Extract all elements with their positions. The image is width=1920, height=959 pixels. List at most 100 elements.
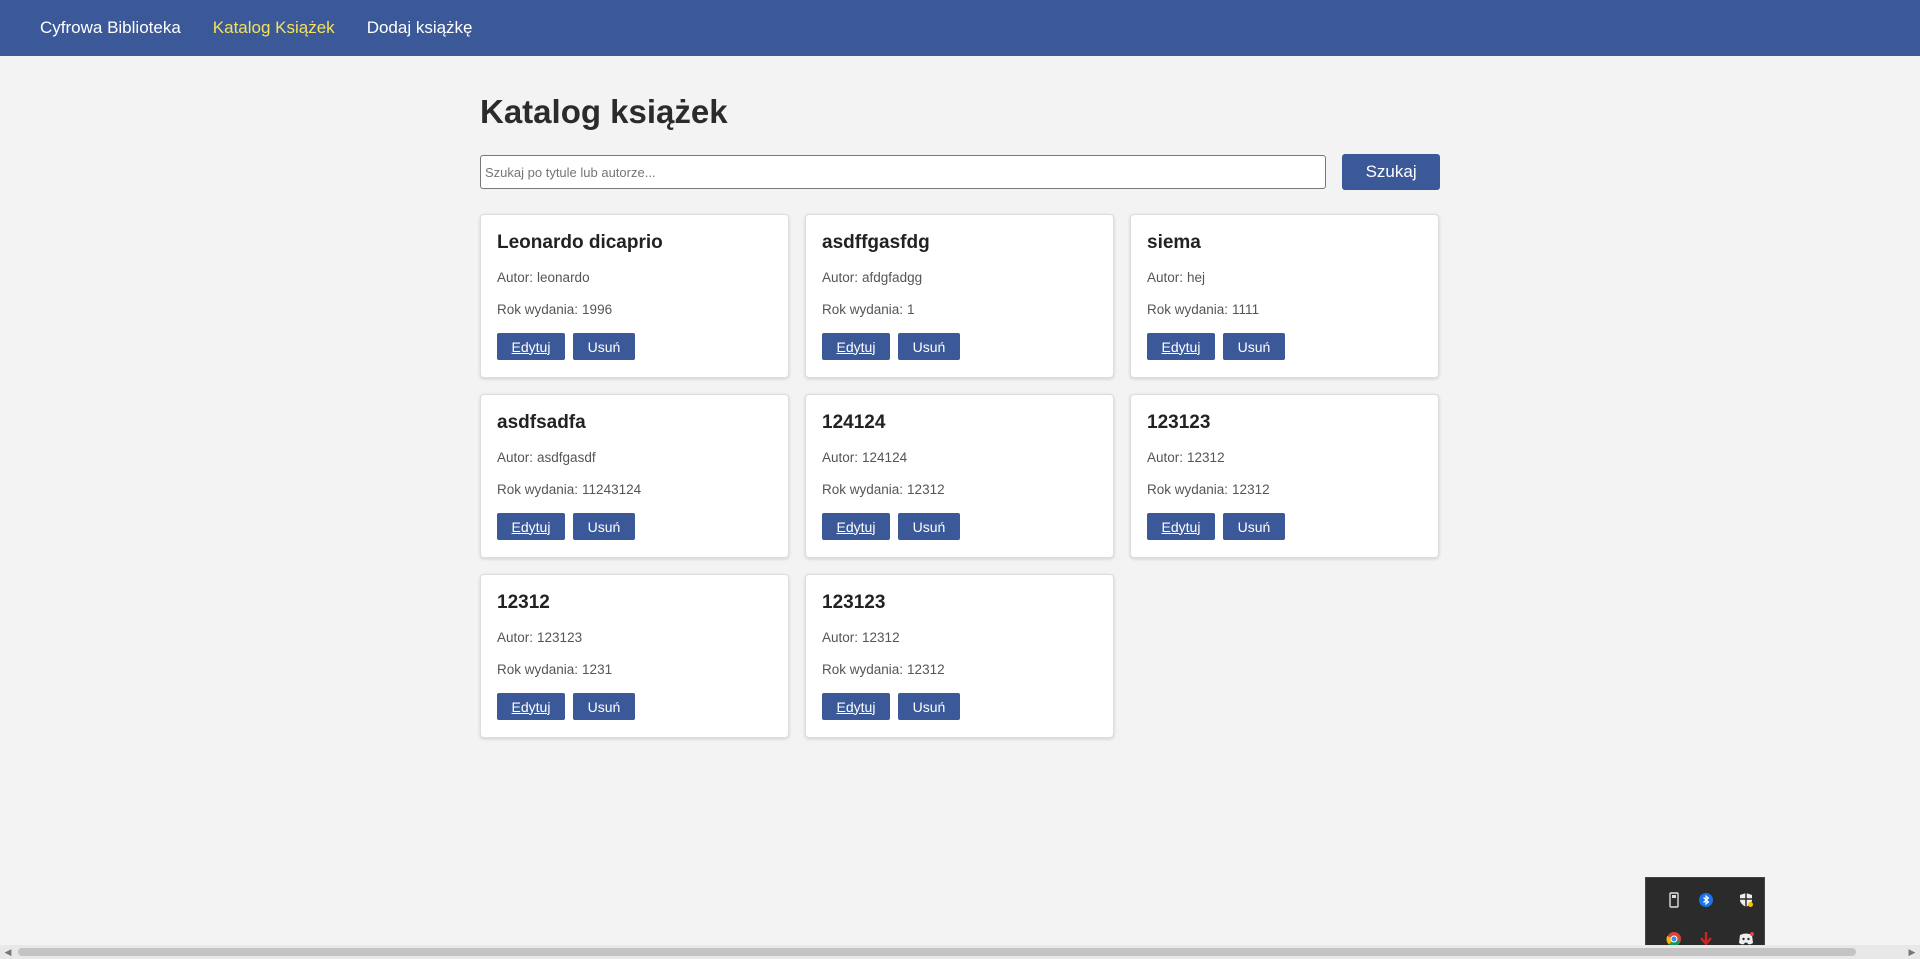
edit-button[interactable]: Edytuj: [497, 693, 565, 720]
edit-button[interactable]: Edytuj: [1147, 513, 1215, 540]
delete-button[interactable]: Usuń: [898, 693, 960, 720]
book-card: asdffgasfdg Autor: afdgfadgg Rok wydania:…: [805, 214, 1114, 378]
delete-button[interactable]: Usuń: [573, 693, 635, 720]
book-year: Rok wydania: 12312: [822, 481, 1097, 499]
book-title: asdffgasfdg: [822, 232, 930, 253]
book-card: 123123 Autor: 12312 Rok wydania: 12312 Edy…: [1130, 394, 1439, 558]
delete-button[interactable]: Usuń: [1223, 333, 1285, 360]
book-title: asdfsadfa: [497, 412, 586, 433]
edit-button[interactable]: Edytuj: [497, 333, 565, 360]
year-value: 12312: [907, 662, 945, 677]
book-author: Autor: hej: [1147, 269, 1422, 287]
book-year: Rok wydania: 1231: [497, 661, 772, 679]
page-title: Katalog książek: [480, 93, 728, 130]
usb-icon[interactable]: [1664, 890, 1684, 910]
year-label: Rok wydania:: [822, 662, 904, 677]
book-title: siema: [1147, 232, 1201, 253]
delete-button[interactable]: Usuń: [898, 333, 960, 360]
nav-add-book-link[interactable]: Dodaj książkę: [367, 18, 473, 38]
scroll-left-arrow-icon[interactable]: ◀: [3, 947, 13, 957]
edit-button[interactable]: Edytuj: [1147, 333, 1215, 360]
book-title: Leonardo dicaprio: [497, 232, 663, 253]
author-value: afdgfadgg: [862, 270, 923, 285]
author-value: leonardo: [537, 270, 590, 285]
card-actions: Edytuj Usuń: [1147, 513, 1422, 540]
card-actions: Edytuj Usuń: [497, 333, 772, 360]
book-card: 123123 Autor: 12312 Rok wydania: 12312 Edy…: [805, 574, 1114, 738]
author-value: asdfgasdf: [537, 450, 596, 465]
year-label: Rok wydania:: [497, 662, 579, 677]
year-value: 12312: [1232, 482, 1270, 497]
year-value: 1996: [582, 302, 613, 317]
main-container: Katalog książek Szukaj Leonardo dicaprio…: [480, 56, 1440, 738]
year-label: Rok wydania:: [822, 482, 904, 497]
book-title: 12312: [497, 592, 550, 613]
scroll-right-arrow-icon[interactable]: ▶: [1907, 947, 1917, 957]
card-actions: Edytuj Usuń: [822, 333, 1097, 360]
book-title: 123123: [1147, 412, 1211, 433]
book-year: Rok wydania: 1: [822, 301, 1097, 319]
book-card: siema Autor: hej Rok wydania: 1111 Edytuj …: [1130, 214, 1439, 378]
author-label: Autor:: [497, 270, 534, 285]
nav-brand-link[interactable]: Cyfrowa Biblioteka: [40, 18, 181, 38]
year-value: 12312: [907, 482, 945, 497]
edit-button[interactable]: Edytuj: [497, 513, 565, 540]
book-card: 124124 Autor: 124124 Rok wydania: 12312 Ed…: [805, 394, 1114, 558]
book-year: Rok wydania: 1996: [497, 301, 772, 319]
book-author: Autor: 12312: [822, 629, 1097, 647]
author-label: Autor:: [1147, 450, 1184, 465]
book-title: 123123: [822, 592, 886, 613]
card-actions: Edytuj Usuń: [497, 513, 772, 540]
book-author: Autor: 12312: [1147, 449, 1422, 467]
author-label: Autor:: [822, 630, 859, 645]
book-card: 12312 Autor: 123123 Rok wydania: 1231 Edyt…: [480, 574, 789, 738]
author-label: Autor:: [1147, 270, 1184, 285]
book-author: Autor: asdfgasdf: [497, 449, 772, 467]
author-value: 124124: [862, 450, 908, 465]
year-label: Rok wydania:: [1147, 482, 1229, 497]
horizontal-scrollbar[interactable]: ◀ ▶: [0, 945, 1920, 959]
book-year: Rok wydania: 11243124: [497, 481, 772, 499]
card-actions: Edytuj Usuń: [822, 693, 1097, 720]
author-label: Autor:: [497, 630, 534, 645]
delete-button[interactable]: Usuń: [1223, 513, 1285, 540]
year-label: Rok wydania:: [822, 302, 904, 317]
book-card: Leonardo dicaprio Autor: leonardo Rok wyd…: [480, 214, 789, 378]
delete-button[interactable]: Usuń: [573, 333, 635, 360]
author-value: 12312: [1187, 450, 1225, 465]
delete-button[interactable]: Usuń: [898, 513, 960, 540]
security-shield-icon[interactable]: [1736, 890, 1756, 910]
card-actions: Edytuj Usuń: [497, 693, 772, 720]
search-input[interactable]: [480, 155, 1327, 189]
book-year: Rok wydania: 12312: [1147, 481, 1422, 499]
year-value: 1: [907, 302, 915, 317]
author-label: Autor:: [822, 450, 859, 465]
book-year: Rok wydania: 12312: [822, 661, 1097, 679]
year-value: 1111: [1232, 302, 1260, 317]
card-actions: Edytuj Usuń: [822, 513, 1097, 540]
delete-button[interactable]: Usuń: [573, 513, 635, 540]
book-author: Autor: leonardo: [497, 269, 772, 287]
author-label: Autor:: [822, 270, 859, 285]
scrollbar-thumb[interactable]: [18, 948, 1856, 956]
edit-button[interactable]: Edytuj: [822, 333, 890, 360]
book-year: Rok wydania: 1111: [1147, 301, 1422, 319]
book-grid: Leonardo dicaprio Autor: leonardo Rok wyd…: [480, 214, 1440, 738]
year-label: Rok wydania:: [497, 302, 579, 317]
book-author: Autor: 124124: [822, 449, 1097, 467]
author-value: 12312: [862, 630, 900, 645]
year-value: 1231: [582, 662, 613, 677]
book-author: Autor: 123123: [497, 629, 772, 647]
card-actions: Edytuj Usuń: [1147, 333, 1422, 360]
year-label: Rok wydania:: [497, 482, 579, 497]
top-navbar: Cyfrowa Biblioteka Katalog Książek Dodaj…: [0, 0, 1920, 56]
author-label: Autor:: [497, 450, 534, 465]
edit-button[interactable]: Edytuj: [822, 693, 890, 720]
search-row: Szukaj: [480, 154, 1440, 190]
year-value: 11243124: [582, 482, 642, 497]
search-button[interactable]: Szukaj: [1342, 154, 1440, 190]
author-value: 123123: [537, 630, 583, 645]
bluetooth-icon[interactable]: [1696, 890, 1716, 910]
edit-button[interactable]: Edytuj: [822, 513, 890, 540]
nav-catalog-link[interactable]: Katalog Książek: [213, 18, 335, 38]
